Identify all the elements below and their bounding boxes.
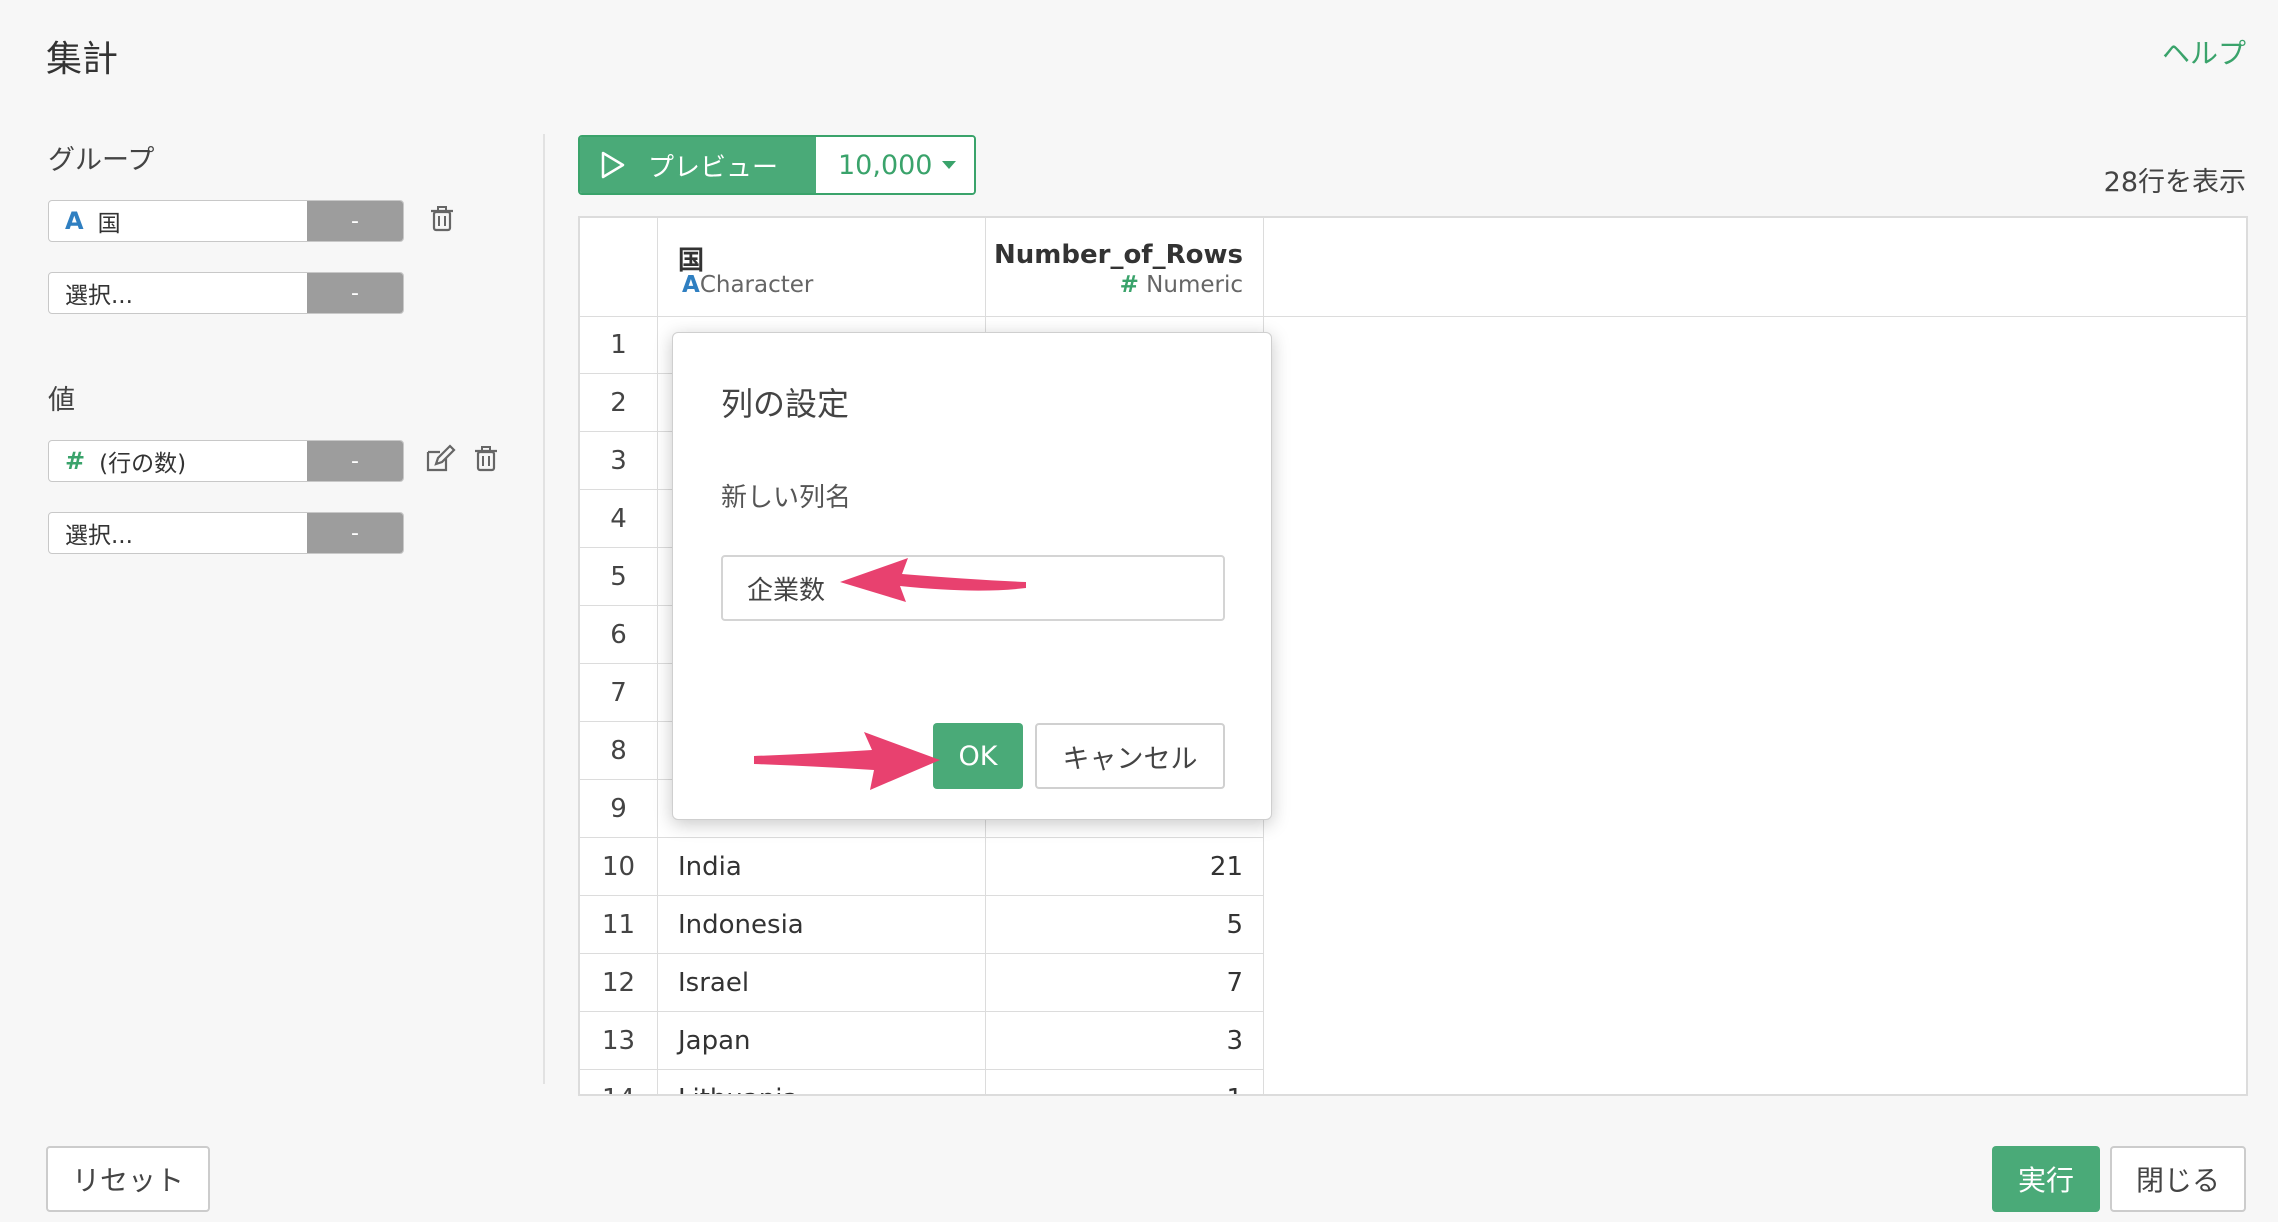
group-select-dash-button[interactable]: - — [307, 273, 403, 313]
value-field-select[interactable]: 選択... - — [48, 512, 404, 554]
ok-button[interactable]: OK — [933, 723, 1023, 789]
group-section-label: グループ — [48, 145, 155, 176]
row-index: 2 — [580, 374, 658, 432]
annotation-arrow-icon — [840, 558, 1026, 602]
run-button[interactable]: 実行 — [1992, 1146, 2100, 1212]
page-title: 集計 — [46, 39, 119, 80]
row-index: 10 — [580, 838, 658, 896]
row-index: 9 — [580, 780, 658, 838]
caret-down-icon — [942, 161, 957, 169]
group-field-country[interactable]: A国 - — [48, 200, 404, 242]
column-name: Number_of_Rows — [994, 240, 1243, 270]
cell-number-of-rows: 7 — [986, 954, 1264, 1012]
trash-icon[interactable] — [472, 444, 500, 474]
dialog-title: 列の設定 — [721, 385, 850, 423]
preview-button-label: プレビュー — [648, 152, 779, 183]
values-section-label: 値 — [48, 385, 75, 416]
table-row: 12 Israel 7 — [580, 954, 1264, 1012]
table-row: 11 Indonesia 5 — [580, 896, 1264, 954]
help-link[interactable]: ヘルプ — [2162, 32, 2246, 72]
column-header-country[interactable]: 国 ACharacter — [658, 218, 986, 317]
table-row: 13 Japan 3 — [580, 1012, 1264, 1070]
cell-country: India — [658, 838, 986, 896]
row-index: 1 — [580, 316, 658, 374]
row-index: 6 — [580, 606, 658, 664]
row-index: 12 — [580, 954, 658, 1012]
group-field-value: 国 — [97, 211, 121, 237]
row-index: 13 — [580, 1012, 658, 1070]
table-row: 14Lithuania1 — [580, 1070, 1264, 1094]
preview-button[interactable]: プレビュー — [580, 137, 816, 193]
numeric-type-icon: # — [1119, 272, 1139, 298]
numeric-type-icon: # — [65, 447, 86, 475]
cancel-button[interactable]: キャンセル — [1035, 723, 1225, 789]
row-index: 14 — [580, 1070, 658, 1094]
row-limit-dropdown[interactable]: 10,000 — [816, 137, 974, 193]
row-limit-value: 10,000 — [838, 149, 933, 181]
cell-country: Japan — [658, 1012, 986, 1070]
row-count-info: 28行を表示 — [2103, 167, 2246, 198]
cell-number-of-rows: 1 — [986, 1070, 1264, 1094]
value-select-dash-button[interactable]: - — [307, 513, 403, 553]
cell-country: Israel — [658, 954, 986, 1012]
character-type-icon: A — [65, 207, 84, 235]
column-header-number-of-rows[interactable]: Number_of_Rows # Numeric — [986, 218, 1264, 317]
cell-country: Lithuania — [658, 1070, 986, 1094]
preview-button-group: プレビュー 10,000 — [578, 135, 976, 195]
cell-number-of-rows: 5 — [986, 896, 1264, 954]
row-index: 7 — [580, 664, 658, 722]
panel-divider — [543, 134, 545, 1084]
group-field-select[interactable]: 選択... - — [48, 272, 404, 314]
table-row: 10 India 21 — [580, 838, 1264, 896]
row-index: 11 — [580, 896, 658, 954]
character-type-icon: A — [682, 272, 700, 298]
row-index: 4 — [580, 490, 658, 548]
row-index: 5 — [580, 548, 658, 606]
column-type: Character — [699, 272, 814, 298]
trash-icon[interactable] — [428, 204, 456, 234]
row-index: 8 — [580, 722, 658, 780]
cell-number-of-rows: 3 — [986, 1012, 1264, 1070]
header-filler — [1264, 218, 2246, 317]
value-field-row-count[interactable]: # (行の数) - — [48, 440, 404, 482]
play-icon — [601, 151, 625, 179]
close-button[interactable]: 閉じる — [2110, 1146, 2246, 1212]
group-field-dash-button[interactable]: - — [307, 201, 403, 241]
new-column-name-label: 新しい列名 — [721, 483, 852, 513]
row-index: 3 — [580, 432, 658, 490]
column-type: Numeric — [1146, 272, 1243, 298]
cell-country: Indonesia — [658, 896, 986, 954]
row-index-header — [580, 218, 658, 317]
value-field-value: (行の数) — [99, 451, 187, 477]
value-select-placeholder: 選択... — [65, 523, 133, 549]
reset-button[interactable]: リセット — [46, 1146, 210, 1212]
group-select-placeholder: 選択... — [65, 283, 133, 309]
annotation-arrow-icon — [754, 732, 940, 790]
cell-number-of-rows: 21 — [986, 838, 1264, 896]
edit-icon[interactable] — [424, 444, 458, 474]
value-field-dash-button[interactable]: - — [307, 441, 403, 481]
